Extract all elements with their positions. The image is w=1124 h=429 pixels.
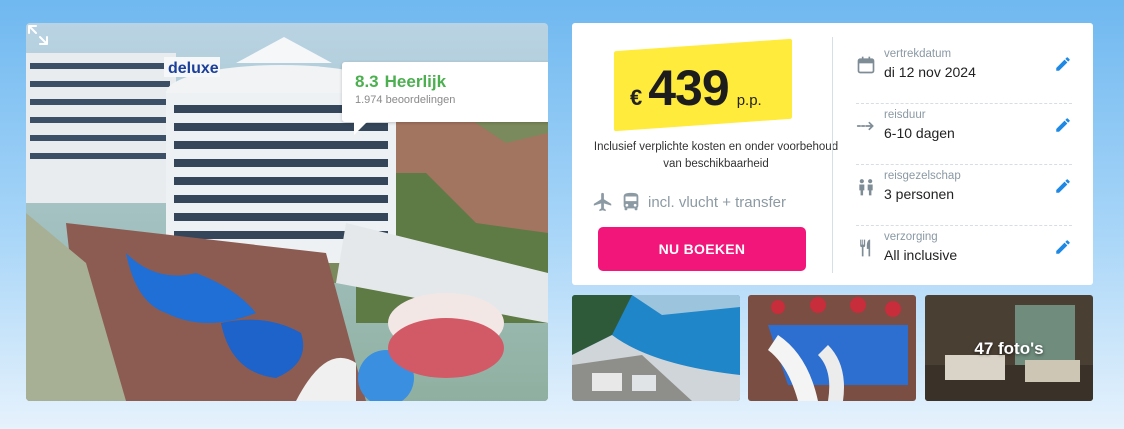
detail-value: All inclusive: [884, 247, 958, 263]
detail-board[interactable]: verzorging All inclusive: [856, 226, 1072, 287]
booking-card: € 439 p.p. Inclusief verplichte kosten e…: [572, 23, 1093, 285]
detail-duration[interactable]: reisduur 6-10 dagen: [856, 104, 1072, 165]
thumbnail-room[interactable]: 47 foto's: [925, 295, 1093, 401]
pencil-icon[interactable]: [1054, 177, 1072, 195]
detail-value: 3 personen: [884, 186, 955, 202]
thumbnail-pool[interactable]: [748, 295, 916, 401]
main-hotel-photo[interactable]: deluxe 8.3 Heerlijk 1.974 beoordelingen: [26, 23, 548, 401]
price-unit: p.p.: [736, 92, 762, 109]
pencil-icon[interactable]: [1054, 116, 1072, 134]
detail-label: vertrekdatum: [884, 48, 952, 60]
price-note: Inclusief verplichte kosten en onder voo…: [593, 141, 839, 170]
pencil-icon[interactable]: [1054, 238, 1072, 256]
detail-label: reisduur: [884, 109, 926, 121]
cutlery-icon: [860, 239, 871, 257]
includes-row: incl. vlucht + transfer: [592, 191, 832, 213]
review-count: 1.974 beoordelingen: [355, 94, 456, 106]
includes-text: incl. vlucht + transfer: [648, 193, 786, 211]
detail-value: di 12 nov 2024: [884, 64, 976, 80]
rating-bubble[interactable]: 8.3 Heerlijk 1.974 beoordelingen: [342, 62, 548, 135]
bus-icon: [623, 192, 639, 211]
pool-photo: [748, 295, 916, 401]
pencil-icon[interactable]: [1054, 55, 1072, 73]
calendar-icon: [857, 56, 875, 74]
rating-label: Heerlijk: [384, 72, 447, 91]
coast-photo: [572, 295, 740, 401]
plane-icon: [593, 192, 612, 212]
detail-value: 6-10 dagen: [884, 125, 955, 141]
rating-score: 8.3: [355, 72, 379, 91]
card-divider: [832, 37, 833, 273]
detail-departure-date[interactable]: vertrekdatum di 12 nov 2024: [856, 43, 1072, 104]
detail-label: verzorging: [884, 231, 938, 243]
expand-icon[interactable]: [26, 23, 50, 47]
photo-count: 47 foto's: [974, 339, 1044, 358]
thumbnail-coast[interactable]: [572, 295, 740, 401]
price-currency: €: [630, 85, 643, 110]
book-now-button[interactable]: NU BOEKEN: [598, 227, 806, 271]
hotel-sign-text: deluxe: [168, 60, 219, 77]
duration-arrow-icon: [856, 121, 874, 131]
people-icon: [859, 179, 873, 196]
price-tag: € 439 p.p.: [614, 38, 792, 132]
detail-travel-party[interactable]: reisgezelschap 3 personen: [856, 165, 1072, 226]
price-amount: 439: [648, 60, 729, 116]
detail-label: reisgezelschap: [884, 170, 961, 182]
